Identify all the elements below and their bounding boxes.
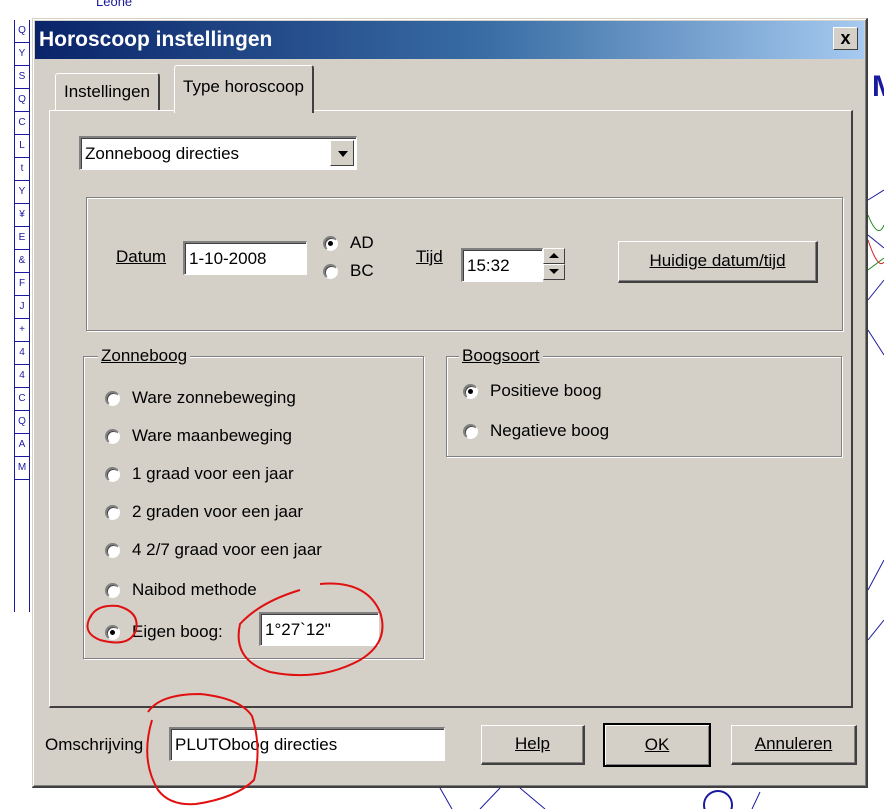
tijd-field[interactable]: 15:32 — [461, 248, 543, 282]
current-datetime-button[interactable]: Huidige datum/tijd — [618, 241, 818, 283]
omschrijving-label: Omschrijving — [45, 735, 144, 754]
horoscope-type-select[interactable]: Zonneboog directies — [79, 136, 357, 170]
zonneboog-option-2-graden[interactable]: 2 graden voor een jaar — [105, 500, 303, 524]
radio-icon — [463, 423, 478, 439]
tab-instellingen[interactable]: Instellingen — [55, 73, 161, 111]
zonneboog-option-1-graad[interactable]: 1 graad voor een jaar — [105, 462, 294, 486]
boogsoort-option-negatief[interactable]: Negatieve boog — [463, 419, 609, 443]
zonneboog-option-eigen-boog[interactable]: Eigen boog: — [105, 620, 223, 644]
omschrijving-field[interactable]: PLUTOboog directies — [169, 727, 445, 761]
era-label: AD — [350, 233, 374, 252]
radio-icon — [105, 624, 120, 640]
spinner-down-icon[interactable] — [543, 264, 565, 280]
close-button[interactable]: x — [833, 27, 858, 50]
horoscoop-settings-dialog: Horoscoop instellingen x Instellingen Ty… — [32, 18, 868, 788]
radio-icon — [463, 383, 478, 399]
option-label: 1 graad voor een jaar — [132, 464, 294, 483]
cancel-button[interactable]: Annuleren — [731, 725, 857, 765]
era-label: BC — [350, 261, 374, 280]
option-label: Ware zonnebeweging — [132, 388, 296, 407]
radio-icon — [105, 390, 120, 406]
horoscope-type-value: Zonneboog directies — [85, 144, 240, 163]
radio-icon — [105, 582, 120, 598]
help-button[interactable]: Help — [481, 725, 585, 765]
eigen-boog-field[interactable]: 1°27`12" — [259, 612, 379, 646]
option-label: Ware maanbeweging — [132, 426, 293, 445]
tijd-label: Tijd — [416, 247, 443, 266]
boogsoort-option-positief[interactable]: Positieve boog — [463, 379, 602, 403]
option-label: Eigen boog: — [132, 622, 223, 641]
boogsoort-legend: Boogsoort — [459, 346, 543, 366]
spinner-up-icon[interactable] — [543, 248, 565, 264]
tab-label: Type horoscoop — [183, 77, 304, 96]
era-option-ad[interactable]: AD — [323, 231, 374, 255]
datum-label: Datum — [116, 247, 167, 266]
datum-field[interactable]: 1-10-2008 — [183, 241, 307, 275]
radio-icon — [105, 466, 120, 482]
zonneboog-option-ware-zon[interactable]: Ware zonnebeweging — [105, 386, 296, 410]
dialog-titlebar[interactable]: Horoscoop instellingen x — [35, 21, 864, 59]
tijd-spinner[interactable] — [543, 248, 565, 280]
radio-icon — [105, 428, 120, 444]
option-label: 4 2/7 graad voor een jaar — [132, 540, 322, 559]
radio-icon — [105, 542, 120, 558]
option-label: Positieve boog — [490, 381, 602, 400]
radio-icon — [323, 235, 338, 251]
close-icon: x — [840, 28, 851, 48]
zonneboog-legend: Zonneboog — [98, 346, 191, 366]
era-option-bc[interactable]: BC — [323, 259, 374, 283]
option-label: Naibod methode — [132, 580, 257, 599]
radio-icon — [105, 504, 120, 520]
tab-label: Instellingen — [64, 82, 151, 101]
dialog-title: Horoscoop instellingen — [39, 28, 273, 51]
tab-type-horoscoop[interactable]: Type horoscoop — [174, 65, 314, 113]
zonneboog-option-ware-maan[interactable]: Ware maanbeweging — [105, 424, 292, 448]
option-label: Negatieve boog — [490, 421, 610, 440]
zonneboog-option-naibod[interactable]: Naibod methode — [105, 578, 257, 602]
zonneboog-option-4-2-7-graad[interactable]: 4 2/7 graad voor een jaar — [105, 538, 322, 562]
radio-icon — [323, 263, 338, 279]
chevron-down-icon[interactable] — [330, 140, 354, 166]
option-label: 2 graden voor een jaar — [132, 502, 304, 521]
ok-button[interactable]: OK — [603, 723, 711, 767]
